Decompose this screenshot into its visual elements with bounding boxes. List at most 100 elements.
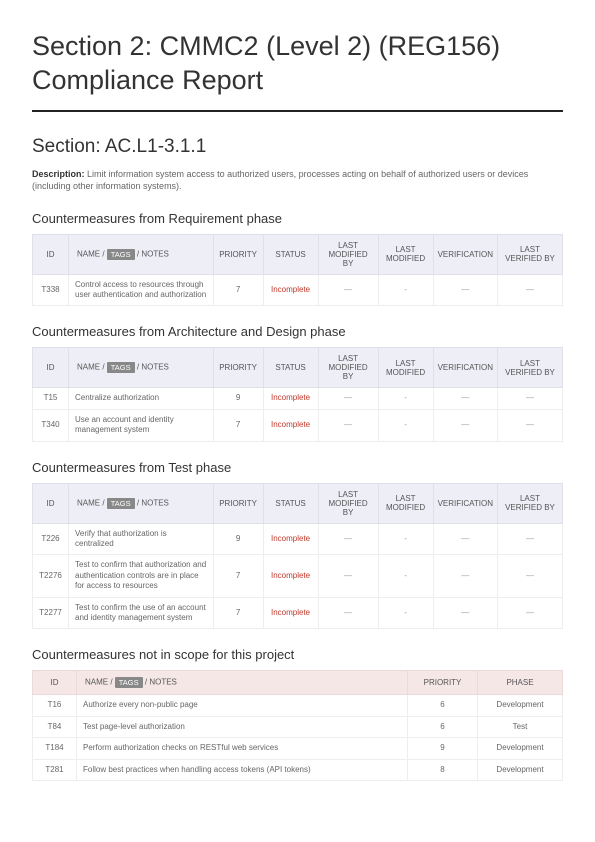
- cell-status: Incomplete: [263, 523, 318, 555]
- cell-status: Incomplete: [263, 388, 318, 409]
- cell-name: Test page-level authorization: [77, 716, 408, 737]
- cell-lmb: —: [318, 274, 378, 306]
- name-prefix: NAME /: [77, 249, 107, 258]
- col-phase: PHASE: [478, 671, 563, 695]
- cell-lmb: —: [318, 555, 378, 597]
- name-suffix: / NOTES: [143, 678, 177, 687]
- col-last-verified-by: LAST VERIFIED BY: [498, 483, 563, 523]
- table-header-row: ID NAME / TAGS / NOTES PRIORITY PHASE: [33, 671, 563, 695]
- cell-lm: -: [378, 597, 433, 629]
- cell-priority: 9: [213, 388, 263, 409]
- tags-chip: TAGS: [107, 362, 135, 373]
- cell-lmb: —: [318, 597, 378, 629]
- col-status: STATUS: [263, 348, 318, 388]
- section-description: Description: Limit information system ac…: [32, 168, 563, 193]
- cell-ver: —: [433, 409, 497, 441]
- tags-chip: TAGS: [107, 249, 135, 260]
- table-header-row: ID NAME / TAGS / NOTES PRIORITY STATUS L…: [33, 348, 563, 388]
- cell-lvb: —: [498, 555, 563, 597]
- cell-name: Verify that authorization is centralized: [69, 523, 214, 555]
- cell-phase: Test: [478, 716, 563, 737]
- title-divider: [32, 110, 563, 112]
- cell-ver: —: [433, 597, 497, 629]
- cell-priority: 6: [408, 695, 478, 716]
- table-row: T226 Verify that authorization is centra…: [33, 523, 563, 555]
- cell-id: T340: [33, 409, 69, 441]
- table-row: T340 Use an account and identity managem…: [33, 409, 563, 441]
- cell-priority: 7: [213, 409, 263, 441]
- cell-lvb: —: [498, 274, 563, 306]
- col-last-modified-by: LAST MODIFIED BY: [318, 483, 378, 523]
- cell-priority: 7: [213, 555, 263, 597]
- cell-name: Follow best practices when handling acce…: [77, 759, 408, 780]
- cell-lmb: —: [318, 409, 378, 441]
- cell-ver: —: [433, 274, 497, 306]
- cell-status: Incomplete: [263, 409, 318, 441]
- col-status: STATUS: [263, 234, 318, 274]
- table-row: T16 Authorize every non-public page 6 De…: [33, 695, 563, 716]
- col-priority: PRIORITY: [213, 234, 263, 274]
- name-prefix: NAME /: [85, 678, 115, 687]
- col-last-verified-by: LAST VERIFIED BY: [498, 234, 563, 274]
- cell-phase: Development: [478, 759, 563, 780]
- name-suffix: / NOTES: [135, 249, 169, 258]
- cell-priority: 7: [213, 274, 263, 306]
- cell-ver: —: [433, 555, 497, 597]
- name-prefix: NAME /: [77, 498, 107, 507]
- cell-name: Control access to resources through user…: [69, 274, 214, 306]
- cell-status: Incomplete: [263, 274, 318, 306]
- table-row: T184 Perform authorization checks on RES…: [33, 738, 563, 759]
- col-id: ID: [33, 234, 69, 274]
- section-title: Section: AC.L1-3.1.1: [32, 136, 563, 158]
- cell-priority: 6: [408, 716, 478, 737]
- cell-id: T226: [33, 523, 69, 555]
- col-last-modified: LAST MODIFIED: [378, 234, 433, 274]
- col-priority: PRIORITY: [408, 671, 478, 695]
- table-architecture: ID NAME / TAGS / NOTES PRIORITY STATUS L…: [32, 347, 563, 441]
- table-header-row: ID NAME / TAGS / NOTES PRIORITY STATUS L…: [33, 483, 563, 523]
- table-row: T84 Test page-level authorization 6 Test: [33, 716, 563, 737]
- cell-id: T281: [33, 759, 77, 780]
- cell-ver: —: [433, 388, 497, 409]
- col-last-modified: LAST MODIFIED: [378, 348, 433, 388]
- col-verification: VERIFICATION: [433, 348, 497, 388]
- col-last-modified: LAST MODIFIED: [378, 483, 433, 523]
- table-notinscope: ID NAME / TAGS / NOTES PRIORITY PHASE T1…: [32, 670, 563, 781]
- cell-id: T2277: [33, 597, 69, 629]
- col-last-verified-by: LAST VERIFIED BY: [498, 348, 563, 388]
- cell-lvb: —: [498, 388, 563, 409]
- cell-id: T2276: [33, 555, 69, 597]
- cell-lm: -: [378, 555, 433, 597]
- cell-ver: —: [433, 523, 497, 555]
- col-priority: PRIORITY: [213, 348, 263, 388]
- name-suffix: / NOTES: [135, 498, 169, 507]
- phase-heading-architecture: Countermeasures from Architecture and De…: [32, 324, 563, 339]
- cell-id: T15: [33, 388, 69, 409]
- table-row: T338 Control access to resources through…: [33, 274, 563, 306]
- col-name: NAME / TAGS / NOTES: [77, 671, 408, 695]
- cell-lm: -: [378, 409, 433, 441]
- col-verification: VERIFICATION: [433, 483, 497, 523]
- cell-lm: -: [378, 274, 433, 306]
- table-row: T15 Centralize authorization 9 Incomplet…: [33, 388, 563, 409]
- tags-chip: TAGS: [107, 498, 135, 509]
- cell-id: T16: [33, 695, 77, 716]
- cell-name: Test to confirm that authorization and a…: [69, 555, 214, 597]
- cell-name: Authorize every non-public page: [77, 695, 408, 716]
- name-suffix: / NOTES: [135, 363, 169, 372]
- cell-lvb: —: [498, 597, 563, 629]
- cell-lvb: —: [498, 409, 563, 441]
- cell-lm: -: [378, 388, 433, 409]
- cell-name: Use an account and identity management s…: [69, 409, 214, 441]
- notinscope-heading: Countermeasures not in scope for this pr…: [32, 647, 563, 662]
- col-last-modified-by: LAST MODIFIED BY: [318, 234, 378, 274]
- cell-priority: 8: [408, 759, 478, 780]
- col-priority: PRIORITY: [213, 483, 263, 523]
- col-name: NAME / TAGS / NOTES: [69, 348, 214, 388]
- table-row: T2276 Test to confirm that authorization…: [33, 555, 563, 597]
- name-prefix: NAME /: [77, 363, 107, 372]
- table-row: T2277 Test to confirm the use of an acco…: [33, 597, 563, 629]
- cell-phase: Development: [478, 695, 563, 716]
- col-status: STATUS: [263, 483, 318, 523]
- table-row: T281 Follow best practices when handling…: [33, 759, 563, 780]
